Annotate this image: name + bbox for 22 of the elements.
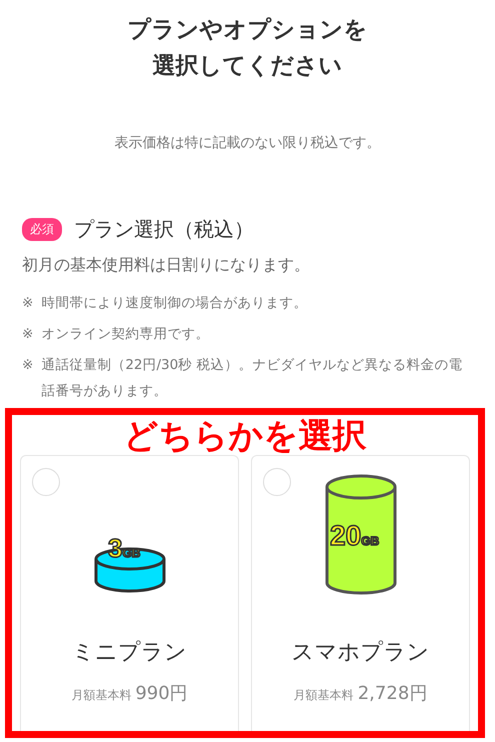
- page-heading: 選択してください: [152, 52, 342, 81]
- note-text: 通話従量制（22円/30秒 税込）。ナビダイヤルなど異なる料金の電話番号があります。: [41, 356, 464, 401]
- lead-text: 初月の基本使用料は日割りになります。: [22, 255, 311, 276]
- note-mark: ※: [22, 356, 34, 375]
- section-title: プラン選択（税込）: [74, 216, 254, 243]
- note-text: オンライン契約専用です。: [41, 325, 210, 344]
- radio-button[interactable]: [263, 468, 291, 496]
- page-heading: プランやオプションを: [128, 16, 368, 45]
- price-label: 月額基本料: [71, 687, 132, 704]
- plan-price: 2,728円: [358, 682, 428, 705]
- plan-name: スマホプラン: [292, 639, 430, 667]
- tax-note: 表示価格は特に記載のない限り税込です。: [114, 134, 382, 152]
- note-mark: ※: [22, 294, 34, 313]
- callout-text: どちらかを選択: [122, 417, 368, 455]
- price-label: 月額基本料: [294, 687, 354, 704]
- note-mark: ※: [22, 325, 34, 344]
- required-badge: 必須: [22, 218, 62, 241]
- plan-card[interactable]: 20GB スマホプラン 月額基本料 2,728円: [251, 455, 470, 731]
- radio-button[interactable]: [32, 468, 60, 496]
- plan-name: ミニプラン: [72, 639, 187, 667]
- note-text: 時間帯により速度制御の場合があります。: [41, 294, 308, 313]
- plan-price: 990円: [135, 682, 188, 705]
